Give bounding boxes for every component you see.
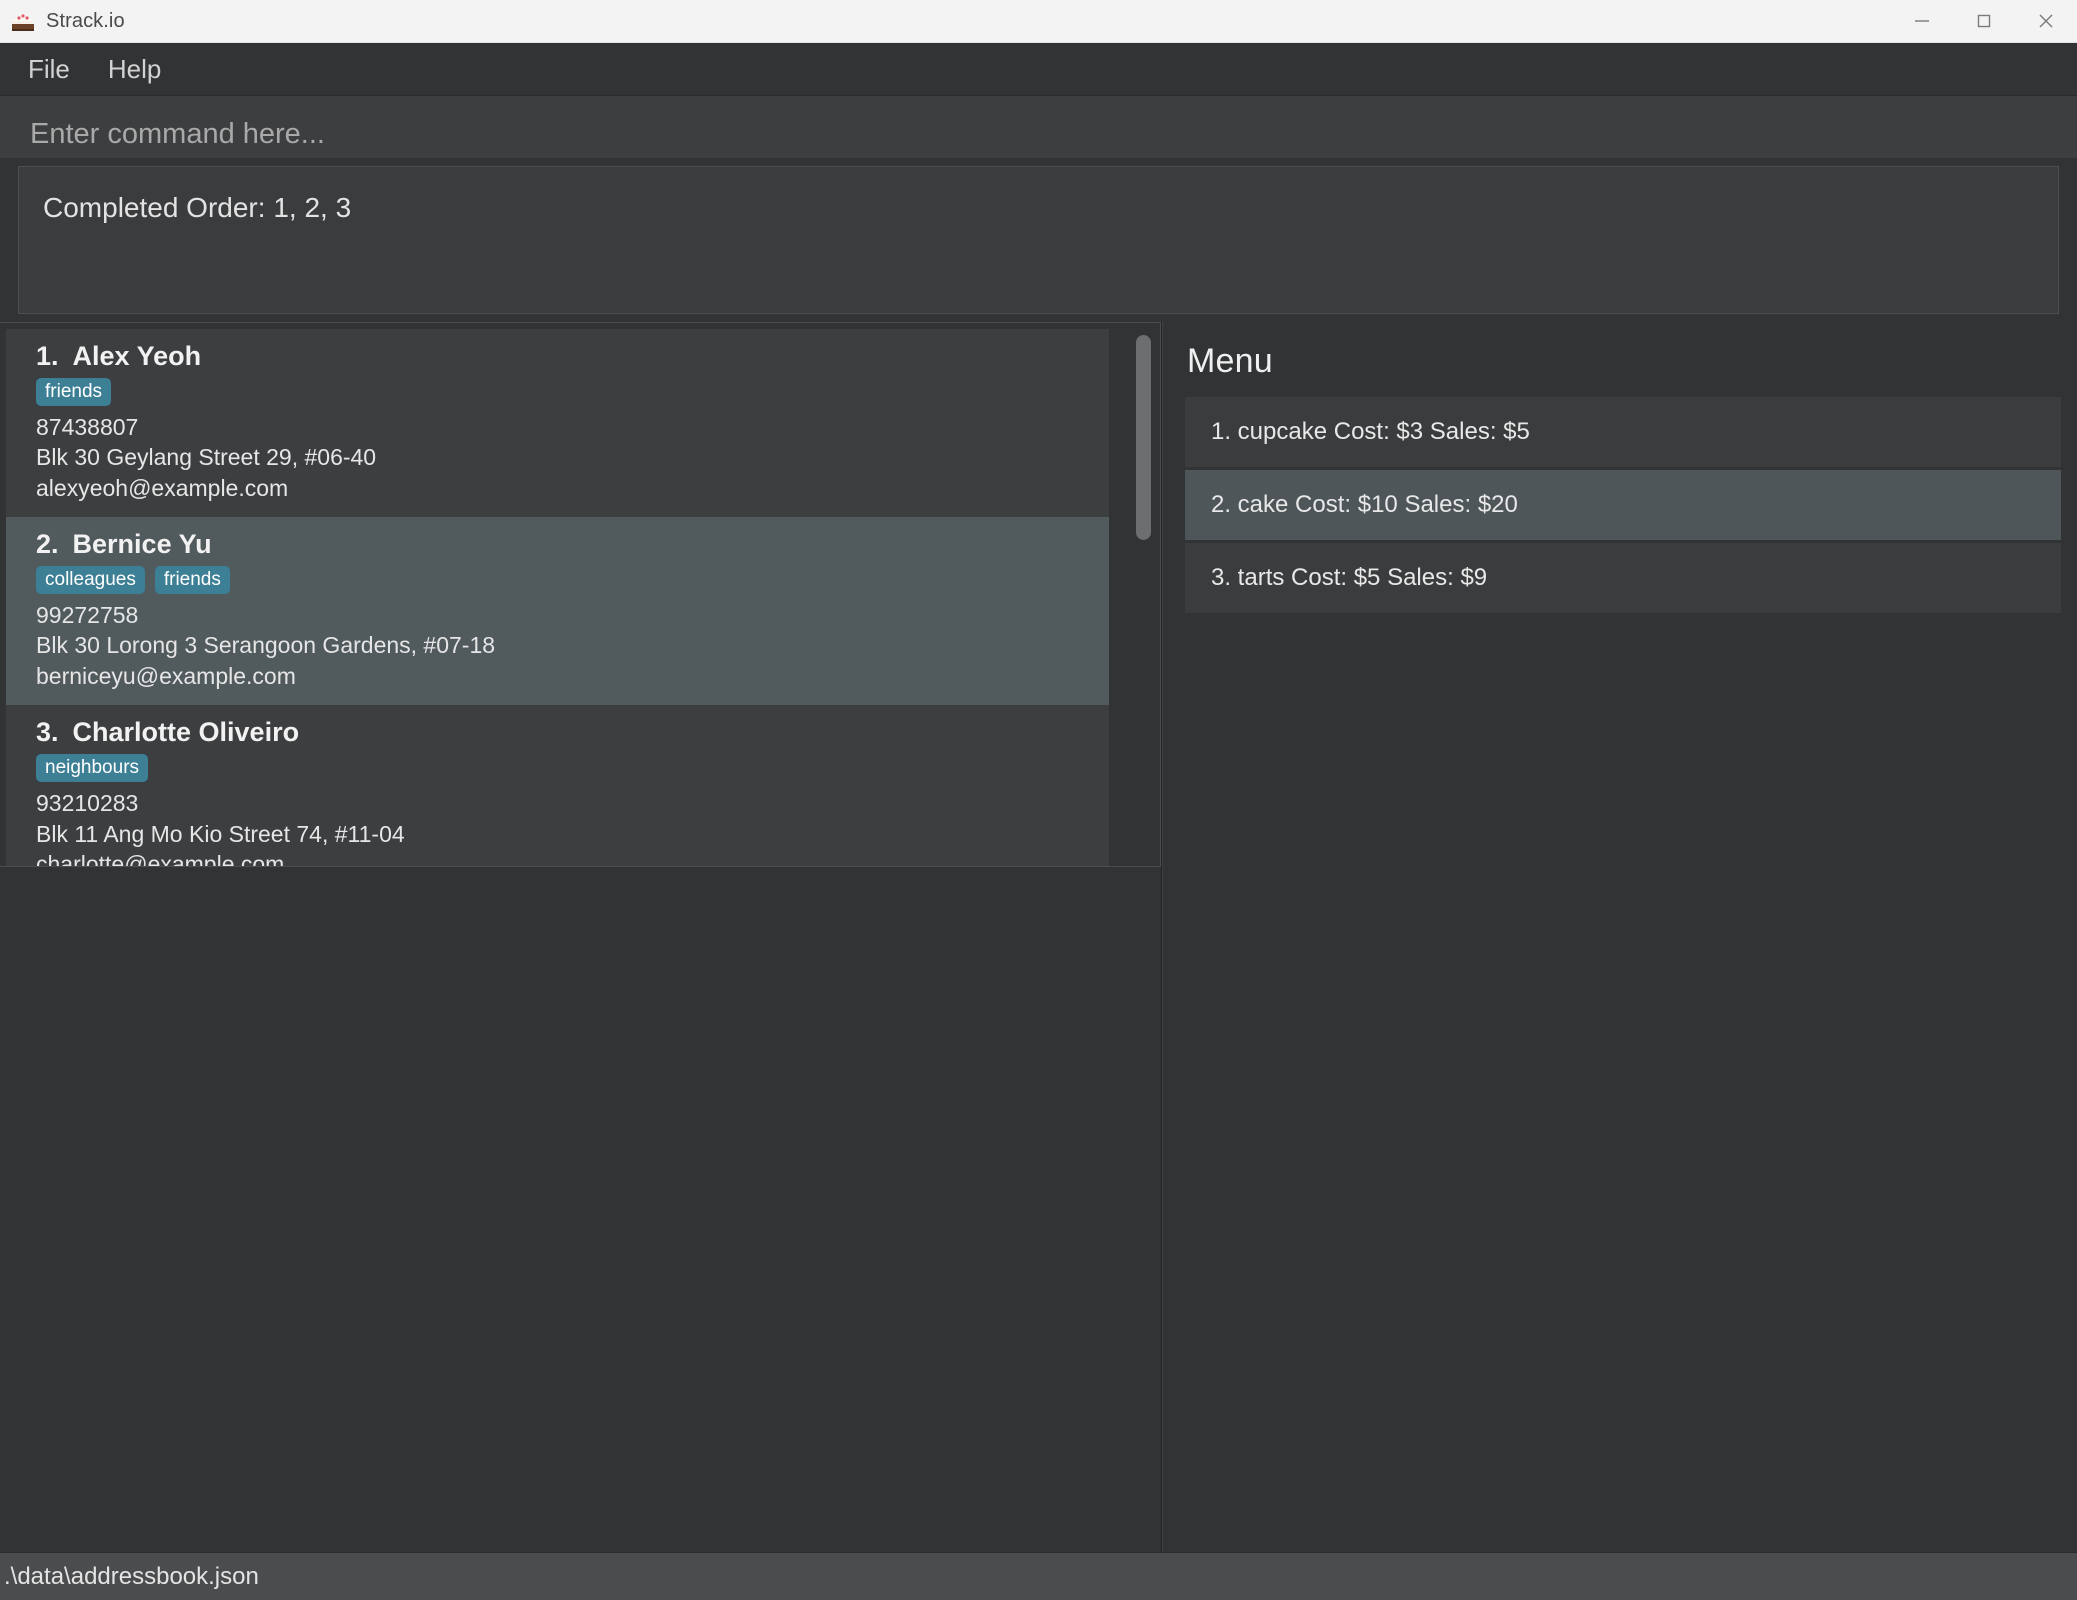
person-name: Charlotte Oliveiro (72, 717, 300, 748)
tag: friends (36, 378, 112, 406)
tag-row: neighbours (36, 754, 1109, 783)
menu-item-help[interactable]: Help (94, 51, 175, 88)
result-box-wrapper: Completed Order: 1, 2, 3 (0, 158, 2077, 322)
minimize-icon[interactable] (1891, 0, 1953, 42)
menu-panel: Menu 1. cupcake Cost: $3 Sales: $5 2. ca… (1162, 322, 2077, 1552)
scrollbar-thumb[interactable] (1136, 335, 1151, 540)
person-email: alexyeoh@example.com (36, 474, 289, 501)
window-title: Strack.io (46, 9, 125, 32)
command-box (0, 96, 2077, 167)
cake-icon (10, 8, 36, 34)
menu-item-list: 1. cupcake Cost: $3 Sales: $5 2. cake Co… (1185, 397, 2061, 613)
tag-row: friends (36, 378, 1109, 406)
person-header: 3. Charlotte Oliveiro (36, 717, 1109, 748)
person-card[interactable]: 3. Charlotte Oliveiro neighbours 9321028… (6, 705, 1109, 866)
person-header: 1. Alex Yeoh (36, 341, 1109, 372)
tag: colleagues (36, 566, 145, 595)
person-index: 3. (36, 717, 59, 748)
main-content: 1. Alex Yeoh friends 87438807 Blk 30 Gey… (0, 322, 2077, 1552)
person-address: Blk 30 Geylang Street 29, #06-40 (36, 444, 377, 471)
title-bar: Strack.io (0, 0, 2077, 43)
person-index: 1. (36, 341, 59, 371)
person-card[interactable]: 2. Bernice Yu colleagues friends 9927275… (6, 517, 1109, 706)
person-address: Blk 30 Lorong 3 Serangoon Gardens, #07-1… (36, 632, 496, 659)
menu-panel-title: Menu (1187, 342, 1273, 380)
menu-item-file[interactable]: File (14, 51, 84, 88)
maximize-icon[interactable] (1953, 0, 2015, 42)
person-phone: 99272758 (36, 602, 139, 629)
title-bar-left: Strack.io (0, 8, 125, 34)
person-email: charlotte@example.com (36, 850, 285, 866)
tag-row: colleagues friends (36, 566, 1109, 595)
person-list-panel: 1. Alex Yeoh friends 87438807 Blk 30 Gey… (0, 322, 1161, 867)
status-bar: .\data\addressbook.json (0, 1552, 2077, 1600)
person-index: 2. (36, 529, 59, 560)
close-icon[interactable] (2015, 0, 2077, 42)
menu-list-item[interactable]: 2. cake Cost: $10 Sales: $20 (1185, 470, 2061, 540)
result-text: Completed Order: 1, 2, 3 (43, 192, 352, 223)
menu-list-item[interactable]: 1. cupcake Cost: $3 Sales: $5 (1185, 397, 2061, 467)
status-bar-save-location: .\data\addressbook.json (4, 1562, 259, 1590)
menu-bar: File Help (0, 43, 2077, 96)
person-address: Blk 11 Ang Mo Kio Street 74, #11-04 (36, 820, 405, 847)
person-card[interactable]: 1. Alex Yeoh friends 87438807 Blk 30 Gey… (6, 329, 1109, 518)
person-name: Bernice Yu (72, 529, 212, 560)
left-column: 1. Alex Yeoh friends 87438807 Blk 30 Gey… (0, 322, 1162, 1552)
window-controls (1891, 0, 2077, 42)
person-name: Alex Yeoh (72, 341, 202, 371)
tag: friends (154, 566, 230, 595)
person-email: berniceyu@example.com (36, 662, 296, 689)
person-phone: 87438807 (36, 414, 139, 440)
menu-list-item[interactable]: 3. tarts Cost: $5 Sales: $9 (1185, 543, 2061, 613)
person-header: 2. Bernice Yu (36, 529, 1109, 560)
person-list-scrollbar[interactable] (1130, 323, 1156, 866)
person-phone: 93210283 (36, 790, 139, 817)
person-list: 1. Alex Yeoh friends 87438807 Blk 30 Gey… (0, 323, 1130, 866)
result-display-box: Completed Order: 1, 2, 3 (18, 166, 2059, 314)
tag: neighbours (36, 754, 149, 783)
left-empty-area (0, 867, 1161, 1552)
